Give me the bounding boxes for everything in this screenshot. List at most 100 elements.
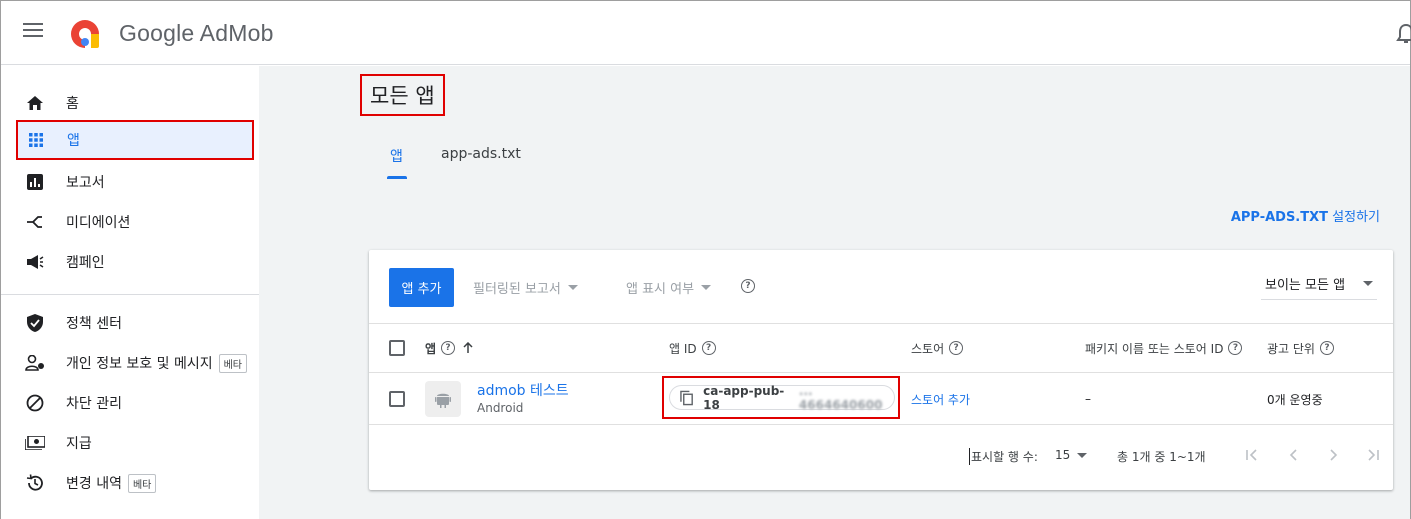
first-page-icon[interactable] [1241, 444, 1263, 466]
view-filter-select[interactable]: 보이는 모든 앱 [1261, 268, 1377, 300]
header-app-id-label: 앱 ID [669, 341, 697, 356]
header-app-label: 앱 [425, 341, 437, 356]
chevron-down-icon [1077, 452, 1088, 458]
select-all-cell [389, 324, 405, 372]
previous-page-icon[interactable] [1283, 444, 1305, 466]
sidebar-item-label: 정책 센터 [66, 316, 122, 332]
app-visibility-label: 앱 표시 여부 [626, 282, 695, 297]
main-content: 모든 앱 앱 app-ads.txt APP-ADS.TXT 설정하기 앱 추가… [259, 66, 1410, 519]
header-app[interactable]: 앱? [425, 324, 473, 372]
help-icon[interactable]: ? [701, 341, 716, 355]
sidebar-divider [1, 294, 259, 295]
app-id-visible: ca-app-pub-18 [703, 383, 785, 412]
brand-title: Google AdMob [119, 20, 274, 46]
header-store-label: 스토어 [911, 341, 945, 356]
apps-table-card: 앱 추가 필터링된 보고서 앱 표시 여부 ? 보이는 모든 앱 앱? 앱 ID… [369, 250, 1393, 490]
header-ad-units-label: 광고 단위 [1267, 341, 1315, 356]
header-ad-units: 광고 단위? [1267, 324, 1334, 372]
tab-active-indicator [387, 176, 407, 179]
app-platform: Android [477, 401, 524, 415]
sidebar-item-campaigns[interactable]: 캠페인 [17, 242, 253, 282]
page-title: 모든 앱 [360, 74, 445, 116]
beta-badge: 베타 [218, 353, 248, 373]
row-select-cell [389, 373, 405, 425]
view-filter-value: 보이는 모든 앱 [1265, 278, 1346, 293]
header-package: 패키지 이름 또는 스토어 ID? [1085, 324, 1243, 372]
sidebar-item-label: 변경 내역 [66, 476, 122, 492]
sidebar-item-apps[interactable]: 앱 [16, 120, 254, 160]
help-icon[interactable]: ? [741, 279, 755, 293]
sidebar-item-mediation[interactable]: 미디에이션 [17, 202, 253, 242]
notifications-icon[interactable] [1396, 23, 1411, 45]
app-id-highlight: ca-app-pub-18 ... 4664640600 [662, 376, 900, 419]
package-cell: – [1085, 392, 1091, 406]
add-app-button[interactable]: 앱 추가 [389, 268, 454, 307]
home-icon [25, 93, 45, 113]
filtered-reports-dropdown[interactable]: 필터링된 보고서 [473, 278, 578, 297]
rows-per-page-label: 표시할 행 수: [969, 448, 1038, 465]
sidebar-item-label: 홈 [66, 96, 79, 112]
top-app-bar: Google AdMob [1, 1, 1411, 65]
chevron-down-icon [701, 285, 712, 290]
header-app-id: 앱 ID? [669, 324, 716, 372]
block-icon [25, 393, 45, 413]
app-name-link[interactable]: admob 테스트 [477, 380, 569, 400]
tab-app-ads-txt[interactable]: app-ads.txt [441, 146, 521, 162]
setup-app-ads-txt-link[interactable]: APP-ADS.TXT 설정하기 [1231, 206, 1380, 225]
rows-per-page-select[interactable]: 15 [1055, 448, 1088, 462]
table-row: admob 테스트 Android ca-app-pub-18 ... 46646… [369, 373, 1393, 425]
help-icon[interactable]: ? [441, 341, 456, 355]
header-package-label: 패키지 이름 또는 스토어 ID [1085, 341, 1224, 356]
sidebar-item-privacy-messaging[interactable]: 개인 정보 보호 및 메시지 베타 [17, 343, 253, 383]
ad-units-cell: 0개 운영중 [1267, 392, 1323, 407]
sidebar-item-label: 미디에이션 [66, 215, 131, 231]
sidebar-item-label: 보고서 [66, 175, 105, 191]
chevron-down-icon [1363, 281, 1373, 286]
app-id-redacted: ... 4664640600 [798, 383, 883, 412]
sidebar-item-payments[interactable]: 지급 [17, 423, 253, 463]
header-store: 스토어? [911, 324, 964, 372]
help-icon[interactable]: ? [1228, 341, 1243, 355]
shield-icon [25, 313, 45, 333]
sidebar: 홈 앱 보고서 미디에이션 캠페인 정책 센터 개인 정보 보호 및 메시지 베… [1, 66, 259, 519]
admob-logo-icon [71, 20, 99, 48]
tab-apps[interactable]: 앱 [390, 146, 403, 166]
sidebar-item-change-history[interactable]: 변경 내역 베타 [17, 463, 253, 503]
android-icon [425, 381, 461, 417]
pagination: 표시할 행 수: 15 총 1개 중 1~1개 [369, 442, 1393, 472]
help-icon[interactable]: ? [1319, 341, 1334, 355]
sort-arrow-up-icon[interactable] [463, 342, 473, 354]
history-icon [25, 473, 45, 493]
sidebar-item-label: 지급 [66, 436, 92, 452]
sidebar-item-home[interactable]: 홈 [17, 83, 253, 123]
copy-icon[interactable] [680, 390, 693, 406]
sidebar-item-blocking-controls[interactable]: 차단 관리 [17, 383, 253, 423]
rows-per-page-value: 15 [1055, 448, 1071, 462]
select-all-checkbox[interactable] [389, 340, 405, 356]
sidebar-item-label: 개인 정보 보호 및 메시지 [66, 356, 213, 372]
help-icon[interactable]: ? [949, 341, 964, 355]
filtered-reports-label: 필터링된 보고서 [473, 282, 561, 297]
app-visibility-dropdown[interactable]: 앱 표시 여부 [626, 278, 712, 297]
add-store-link[interactable]: 스토어 추가 [911, 391, 970, 408]
campaign-icon [25, 252, 45, 272]
menu-icon[interactable] [23, 23, 43, 43]
pagination-range: 총 1개 중 1~1개 [1117, 450, 1206, 464]
link-rest-text: 설정하기 [1328, 210, 1380, 225]
privacy-icon [25, 353, 45, 373]
sidebar-item-policy-center[interactable]: 정책 센터 [17, 303, 253, 343]
table-header-row: 앱? 앱 ID? 스토어? 패키지 이름 또는 스토어 ID? 광고 단위? [369, 323, 1393, 373]
last-page-icon[interactable] [1362, 444, 1384, 466]
beta-badge: 베타 [127, 473, 157, 493]
sidebar-item-label: 캠페인 [66, 255, 105, 271]
app-id-chip[interactable]: ca-app-pub-18 ... 4664640600 [669, 383, 895, 412]
payments-icon [25, 433, 45, 453]
row-checkbox[interactable] [389, 391, 405, 407]
sidebar-item-reports[interactable]: 보고서 [17, 162, 253, 202]
sidebar-item-label: 차단 관리 [66, 396, 122, 412]
report-icon [25, 172, 45, 192]
next-page-icon[interactable] [1322, 444, 1344, 466]
sidebar-item-label: 앱 [67, 133, 80, 149]
link-bold-text: APP-ADS.TXT [1230, 210, 1329, 225]
store-cell: 스토어 추가 [911, 373, 970, 425]
